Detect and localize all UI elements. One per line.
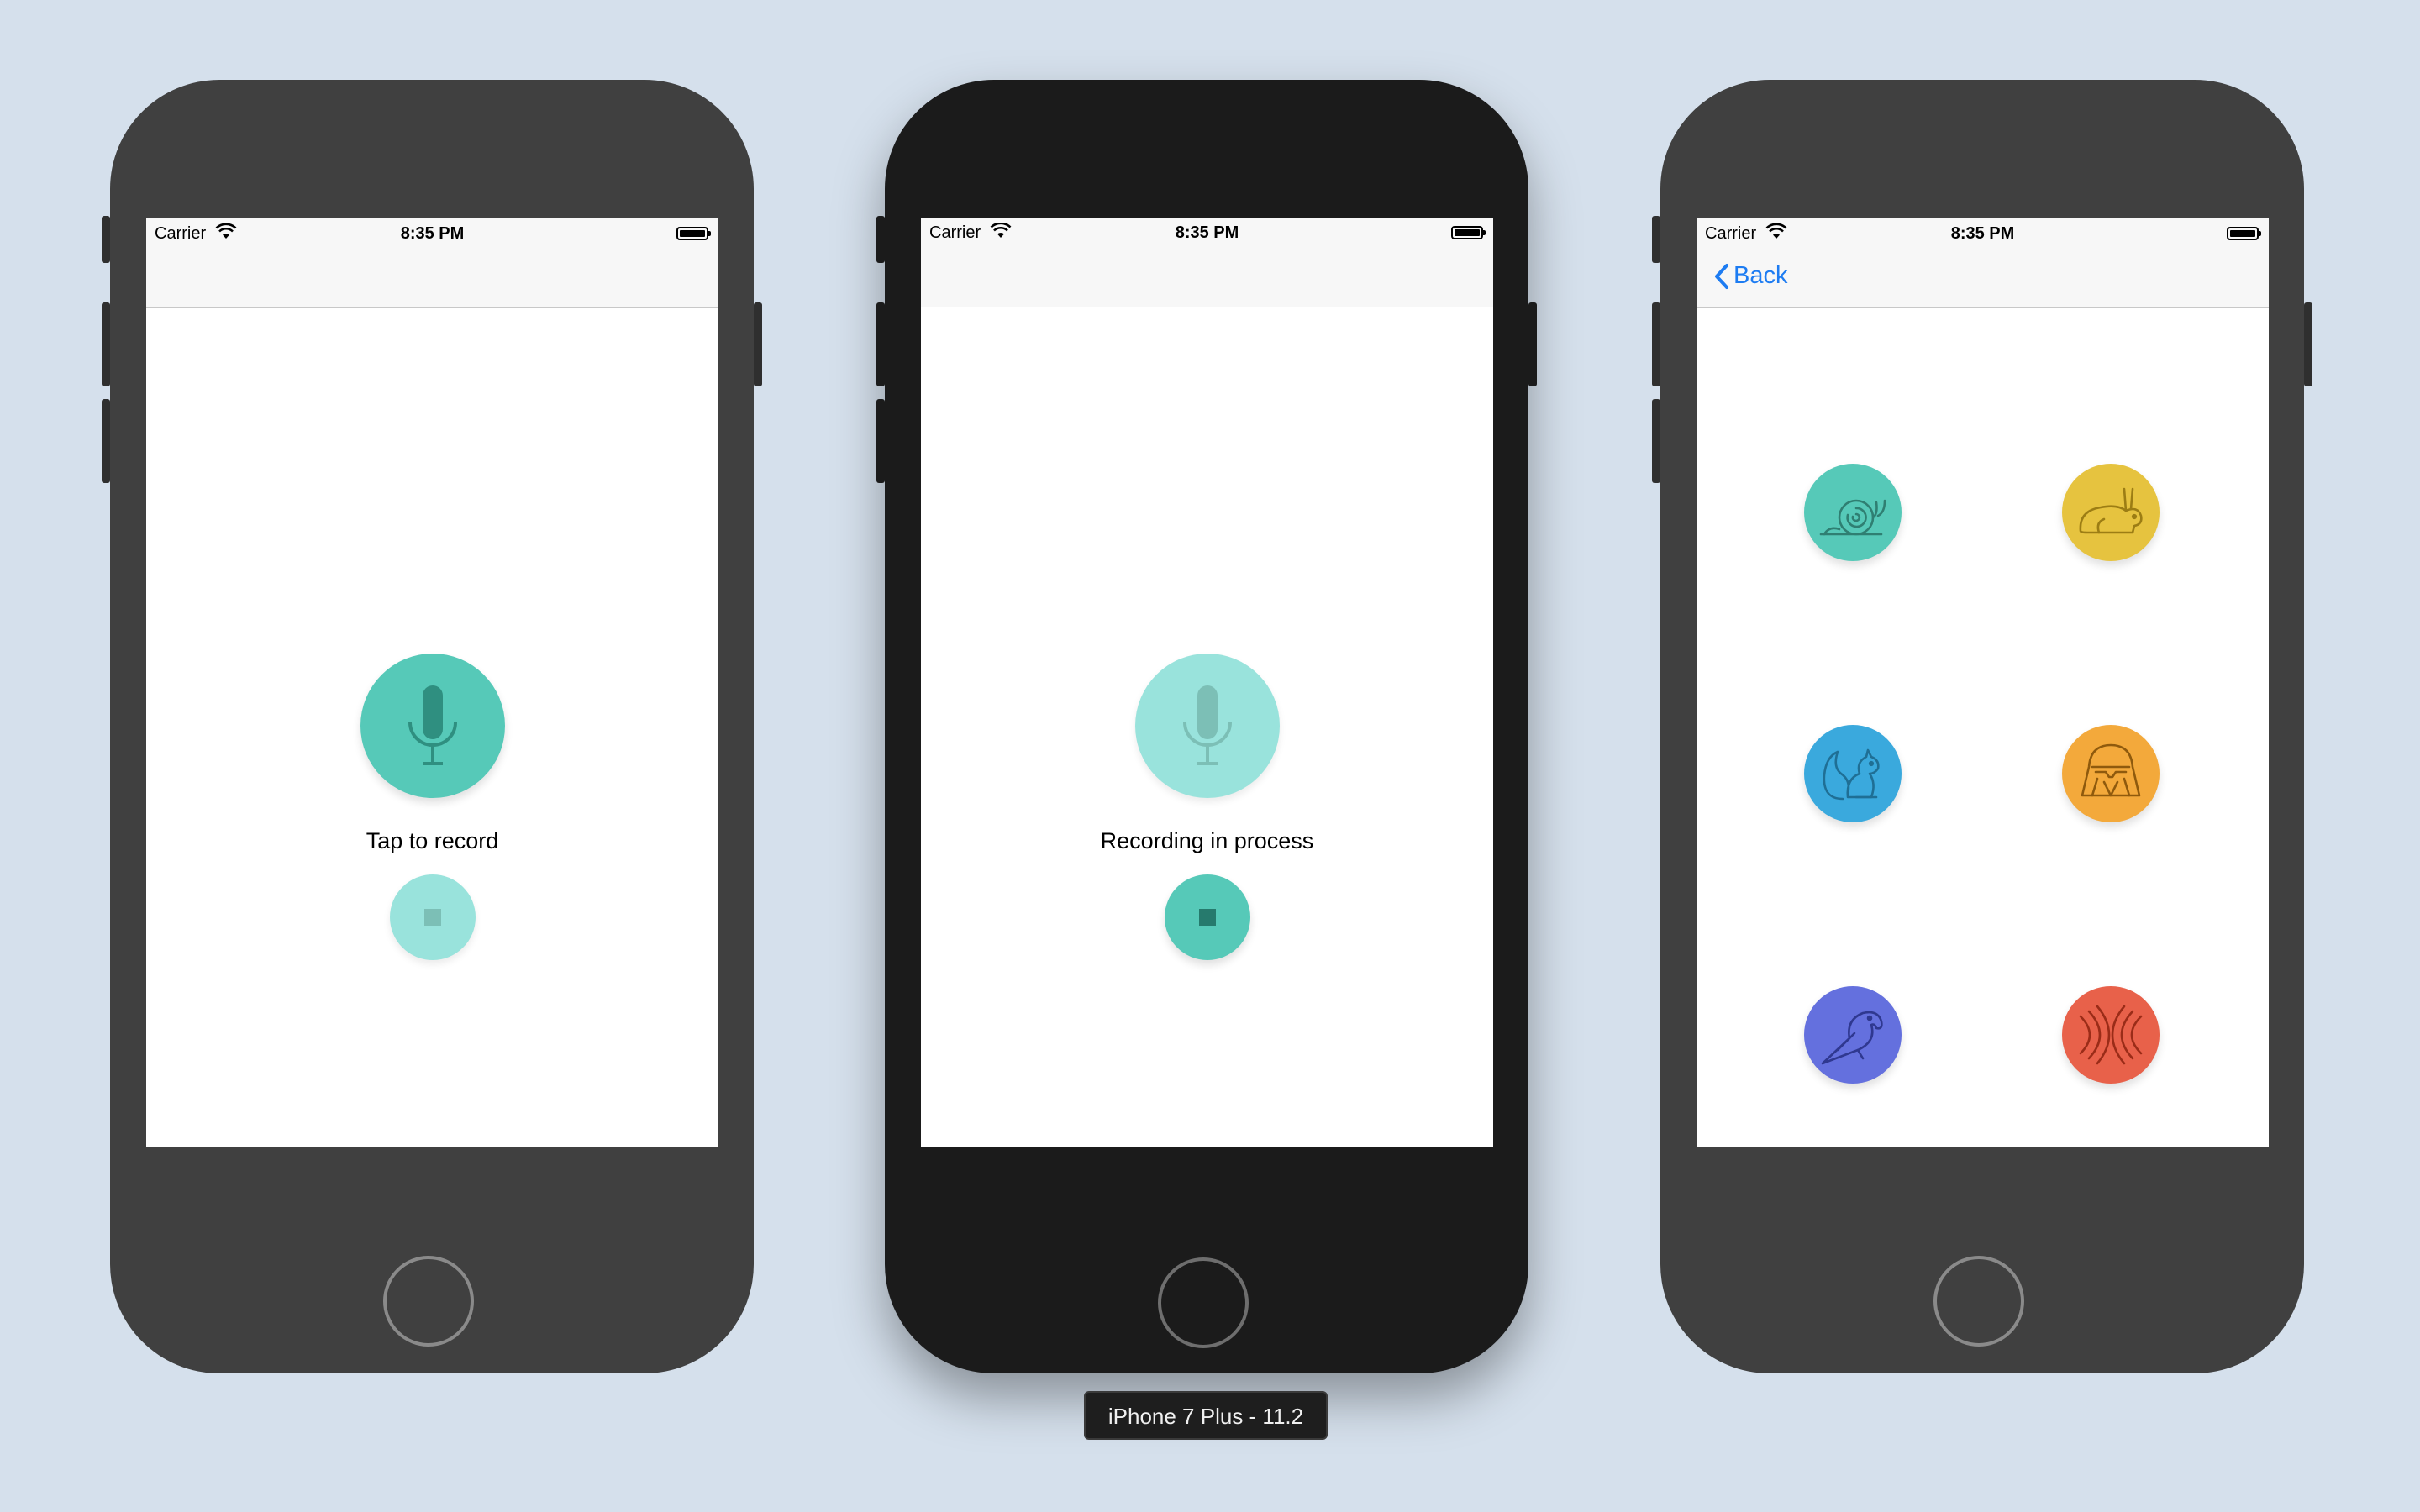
record-button[interactable]: [360, 654, 505, 798]
status-bar: Carrier 8:35 PM: [1697, 218, 2269, 250]
home-button[interactable]: [1158, 1257, 1249, 1348]
stop-button[interactable]: [1165, 874, 1250, 960]
navigation-bar: [921, 249, 1493, 307]
snail-icon: [1819, 499, 1886, 536]
home-button[interactable]: [1933, 1256, 2024, 1347]
microphone-icon: [1183, 685, 1232, 765]
chevron-left-icon: [1715, 264, 1728, 290]
iphone-frame-sounds: Carrier 8:35 PM Back: [1652, 80, 2312, 1373]
status-bar: Carrier 8:35 PM: [921, 218, 1493, 249]
volume-up-button: [876, 302, 885, 386]
power-button: [754, 302, 762, 386]
record-button-disabled[interactable]: [1135, 654, 1280, 798]
battery-icon: [1451, 226, 1486, 239]
power-button: [2304, 302, 2312, 386]
fast-button[interactable]: [2062, 464, 2160, 561]
navigation-bar: Back: [1697, 250, 2269, 308]
record-screen: Carrier 8:35 PM Tap to record: [146, 218, 718, 1147]
status-bar: Carrier 8:35 PM: [146, 218, 718, 250]
vader-button[interactable]: [2062, 725, 2160, 822]
home-button[interactable]: [383, 1256, 474, 1347]
mute-switch: [102, 216, 110, 263]
volume-down-button: [876, 399, 885, 483]
mute-switch: [876, 216, 885, 263]
status-time: 8:35 PM: [1175, 223, 1239, 242]
status-time: 8:35 PM: [400, 224, 465, 243]
power-button: [1528, 302, 1537, 386]
stop-icon: [424, 909, 441, 926]
squirrel-icon: [1823, 748, 1880, 801]
recording-caption: Recording in process: [1100, 828, 1314, 853]
stop-button[interactable]: [390, 874, 476, 960]
volume-down-button: [1652, 399, 1660, 483]
microphone-icon: [408, 685, 457, 765]
simulator-stage: Carrier 8:35 PM Tap to record Carrier 8:…: [0, 0, 2420, 1512]
play-sounds-screen: Carrier 8:35 PM Back: [1697, 218, 2269, 1147]
echo-icon: [2079, 1005, 2143, 1065]
chipmunk-button[interactable]: [1804, 725, 1902, 822]
echo-button[interactable]: [2062, 986, 2160, 1084]
record-caption: Tap to record: [366, 828, 499, 853]
navigation-bar: [146, 250, 718, 308]
parrot-icon: [1821, 1011, 1883, 1065]
volume-up-button: [102, 302, 110, 386]
recording-screen: Carrier 8:35 PM Recording in process: [921, 218, 1493, 1147]
status-time: 8:35 PM: [1950, 224, 2015, 243]
simulator-device-label: iPhone 7 Plus - 11.2: [1084, 1391, 1328, 1440]
stop-icon: [1199, 909, 1216, 926]
volume-down-button: [102, 399, 110, 483]
back-button[interactable]: Back: [1713, 262, 1787, 290]
slow-button[interactable]: [1804, 464, 1902, 561]
parrot-button[interactable]: [1804, 986, 1902, 1084]
battery-icon: [2227, 227, 2261, 240]
iphone-frame-record: Carrier 8:35 PM Tap to record: [102, 80, 762, 1373]
iphone-frame-recording: Carrier 8:35 PM Recording in process: [876, 80, 1537, 1373]
rabbit-icon: [2079, 487, 2143, 534]
mute-switch: [1652, 216, 1660, 263]
vader-icon: [2081, 743, 2141, 797]
volume-up-button: [1652, 302, 1660, 386]
battery-icon: [676, 227, 711, 240]
back-label: Back: [1733, 262, 1788, 289]
